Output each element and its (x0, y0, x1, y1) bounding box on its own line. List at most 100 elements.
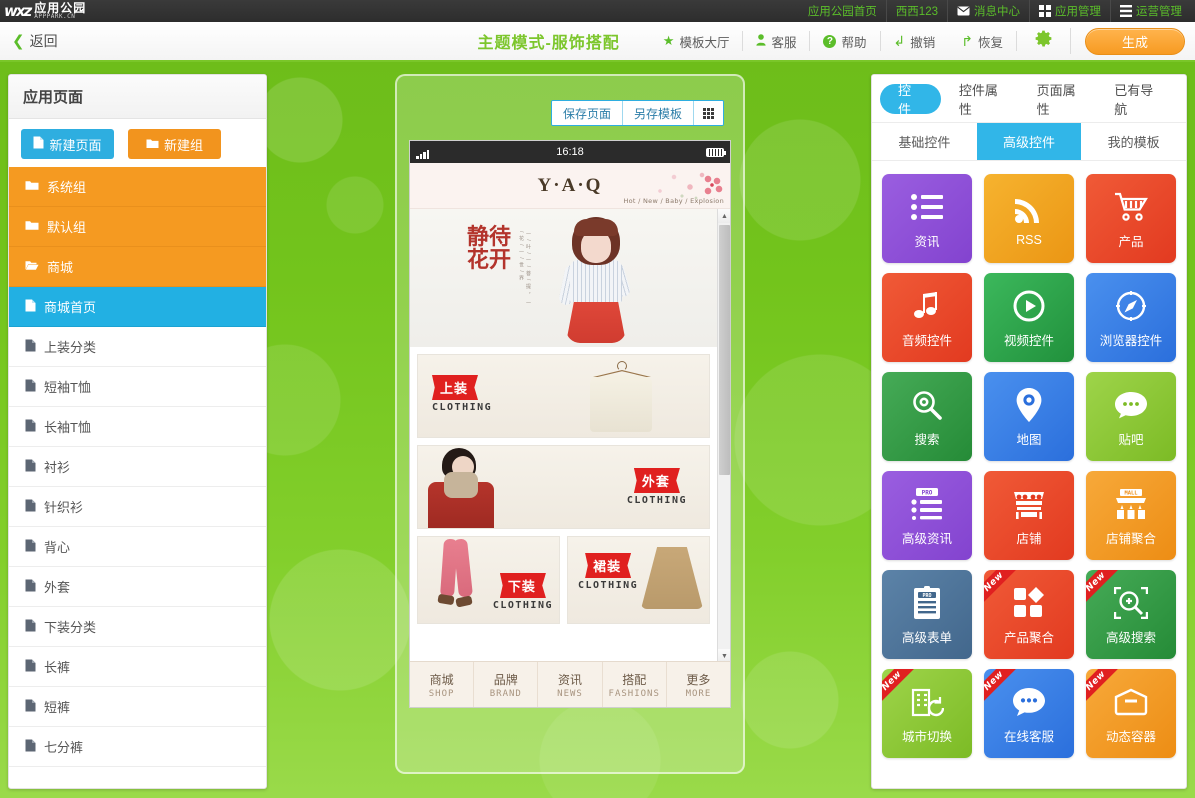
widget-shop[interactable]: 店铺 (984, 471, 1074, 560)
widget-dynamic-container[interactable]: New 动态容器 (1086, 669, 1176, 758)
phone-nav-brand[interactable]: 品牌 BRAND (474, 662, 539, 707)
topnav-item-home[interactable]: 应用公园首页 (799, 0, 886, 22)
sidebar-item-short-sleeve-tee[interactable]: 短袖T恤 (9, 367, 266, 407)
sidebar-item-shirt[interactable]: 衬衫 (9, 447, 266, 487)
sidebar-item-tops-category[interactable]: 上装分类 (9, 327, 266, 367)
banner-tag-en: CLOTHING (492, 600, 553, 611)
widget-video[interactable]: 视频控件 (984, 273, 1074, 362)
widget-advanced-news[interactable]: PRO 高级资讯 (882, 471, 972, 560)
banner-tops[interactable]: 上装 CLOTHING (417, 354, 710, 438)
save-template-button[interactable]: 另存模板 (623, 101, 695, 125)
banner-tag-cn: 下装 (499, 573, 546, 598)
battery-icon (706, 147, 726, 157)
file-icon (25, 379, 36, 395)
sidebar-item-shop-home[interactable]: 商城首页 (9, 287, 266, 327)
subtab-basic-widgets[interactable]: 基础控件 (872, 123, 977, 160)
help-button[interactable]: ? 帮助 (810, 31, 881, 51)
sidebar-group-default[interactable]: 默认组 (9, 207, 266, 247)
widget-audio[interactable]: 音频控件 (882, 273, 972, 362)
cart-icon (1114, 188, 1148, 226)
widget-label: RSS (1016, 233, 1042, 247)
widget-map[interactable]: 地图 (984, 372, 1074, 461)
chevron-left-icon: ❮ (12, 33, 25, 50)
widget-forum[interactable]: 贴吧 (1086, 372, 1176, 461)
scroll-up-arrow-icon[interactable]: ▲ (718, 209, 730, 223)
widget-online-support[interactable]: New 在线客服 (984, 669, 1074, 758)
widget-city-switch[interactable]: New 城市切换 (882, 669, 972, 758)
sidebar-item-coat[interactable]: 外套 (9, 567, 266, 607)
phone-nav-fashions[interactable]: 搭配 FASHIONS (603, 662, 667, 707)
sidebar-item-shorts[interactable]: 短裤 (9, 687, 266, 727)
sidebar-group-system[interactable]: 系统组 (9, 167, 266, 207)
phone-scroll-area: 静待花开 一 / 叶 / 一 / 菩 / 提 ， 一 / 花 / 一 / 世 /… (410, 209, 730, 707)
widget-advanced-form[interactable]: PRO 高级表单 (882, 570, 972, 659)
pages-list: 系统组 默认组 商城 商城首页 上装分类 短袖T恤 长袖T恤 衬衫 针织衫 背心… (9, 167, 266, 788)
widget-product[interactable]: 产品 (1086, 174, 1176, 263)
new-group-button[interactable]: 新建组 (128, 129, 221, 159)
redo-button[interactable]: ↱ 恢复 (948, 31, 1016, 51)
tab-widgets[interactable]: 控件 (880, 83, 941, 117)
file-icon (25, 699, 36, 715)
tab-existing-nav[interactable]: 已有导航 (1100, 83, 1178, 117)
scrollbar-thumb[interactable] (719, 225, 730, 475)
save-page-button[interactable]: 保存页面 (552, 101, 624, 125)
phone-nav-shop[interactable]: 商城 SHOP (410, 662, 475, 707)
shirt-hanger-illustration (583, 361, 657, 433)
qr-preview-button[interactable] (694, 101, 724, 125)
undo-button[interactable]: ↲ 撤销 (881, 31, 949, 51)
phone-scrollbar[interactable]: ▲ ▼ (717, 209, 730, 663)
banner-outerwear[interactable]: 外套 CLOTHING (417, 445, 710, 529)
widget-browser[interactable]: 浏览器控件 (1086, 273, 1176, 362)
banner-skirts[interactable]: 裙装 CLOTHING (567, 536, 710, 624)
tab-label: 控件 (898, 82, 912, 117)
widget-news[interactable]: 资讯 (882, 174, 972, 263)
sidebar-row-label: 系统组 (47, 180, 87, 195)
widget-label: 浏览器控件 (1099, 333, 1163, 348)
new-page-label: 新建页面 (49, 137, 102, 153)
back-button[interactable]: ❮ 返回 (0, 21, 70, 61)
sidebar-row-label: 商城 (47, 260, 74, 275)
settings-button[interactable] (1017, 28, 1071, 54)
sidebar-item-long-sleeve-tee[interactable]: 长袖T恤 (9, 407, 266, 447)
top-bar: wxz 应用公园 APPPARK.CN 应用公园首页 西西123 消息中心 应用… (0, 0, 1195, 22)
generate-button[interactable]: 生成 (1085, 27, 1185, 55)
phone-nav-more[interactable]: 更多 MORE (667, 662, 730, 707)
phone-nav-label-en: SHOP (428, 688, 455, 699)
new-page-button[interactable]: 新建页面 (21, 129, 114, 159)
sidebar-row-label: 长袖T恤 (44, 420, 91, 435)
topnav-item-ops-manage[interactable]: 运营管理 (1110, 0, 1191, 22)
topnav-item-app-manage[interactable]: 应用管理 (1029, 0, 1110, 22)
sidebar-item-vest[interactable]: 背心 (9, 527, 266, 567)
sidebar-item-trousers[interactable]: 长裤 (9, 647, 266, 687)
sidebar-item-bottoms-category[interactable]: 下装分类 (9, 607, 266, 647)
tab-widget-properties[interactable]: 控件属性 (945, 83, 1023, 117)
map-pin-icon (1016, 386, 1042, 424)
app-logo[interactable]: wxz 应用公园 APPPARK.CN (0, 0, 86, 22)
subtab-my-templates[interactable]: 我的模板 (1081, 123, 1186, 160)
widget-shop-aggregate[interactable]: MALL 店铺聚合 (1086, 471, 1176, 560)
list-icon (1120, 5, 1132, 17)
template-hall-label: 模板大厅 (679, 35, 730, 50)
support-button[interactable]: 客服 (743, 31, 811, 51)
template-hall-button[interactable]: ★ 模板大厅 (650, 31, 744, 51)
save-template-label: 另存模板 (634, 106, 683, 121)
sidebar-item-knitwear[interactable]: 针织衫 (9, 487, 266, 527)
topnav-item-user[interactable]: 西西123 (885, 0, 947, 22)
sidebar-item-cropped-pants[interactable]: 七分裤 (9, 727, 266, 767)
file-icon (25, 739, 36, 755)
hero-banner[interactable]: 静待花开 一 / 叶 / 一 / 菩 / 提 ， 一 / 花 / 一 / 世 /… (410, 209, 717, 347)
tab-page-properties[interactable]: 页面属性 (1023, 83, 1101, 117)
topnav-item-messages[interactable]: 消息中心 (947, 0, 1029, 22)
file-icon (25, 419, 36, 435)
widget-advanced-search[interactable]: New 高级搜索 (1086, 570, 1176, 659)
file-icon (25, 619, 36, 635)
banner-bottoms[interactable]: 下装 CLOTHING (417, 536, 560, 624)
subtab-advanced-widgets[interactable]: 高级控件 (976, 123, 1082, 160)
widget-rss[interactable]: RSS (984, 174, 1074, 263)
widget-search[interactable]: 搜索 (882, 372, 972, 461)
widget-grid: 资讯 RSS 产品 音频控件 视频控件 浏览器控件 搜索 地图 贴吧 PRO 高… (872, 161, 1186, 771)
phone-nav-label-cn: 商城 (429, 672, 454, 687)
widget-product-aggregate[interactable]: New 产品聚合 (984, 570, 1074, 659)
sidebar-group-shop[interactable]: 商城 (9, 247, 266, 287)
phone-nav-news[interactable]: 资讯 NEWS (538, 662, 603, 707)
